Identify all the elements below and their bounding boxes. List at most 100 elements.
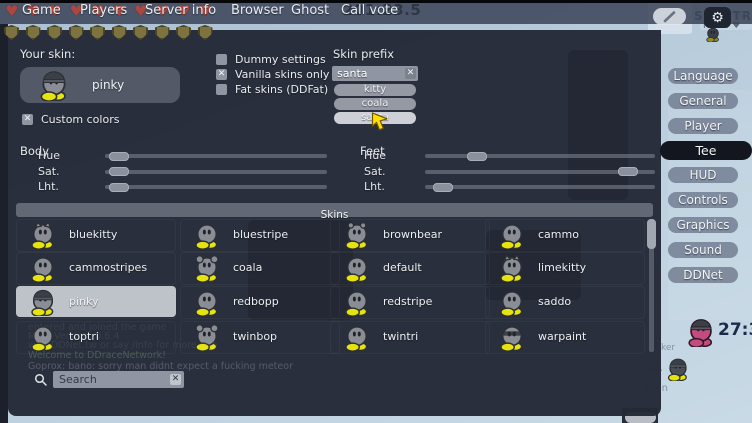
skin-item-saddo[interactable]: saddo [485,286,645,319]
skins-scrollbar-handle[interactable] [647,219,656,249]
slider-handle-body-lht[interactable] [109,183,129,192]
skin-item-bluestripe[interactable]: bluestripe [180,219,340,252]
skin-item-pinky[interactable]: pinky [16,286,176,319]
menu-item-call-vote[interactable]: Call vote [341,3,398,18]
skin-tee-icon-warpaint [498,323,526,351]
menu-item-browser[interactable]: Browser [231,3,284,18]
skin-item-cammostripes[interactable]: cammostripes [16,252,176,285]
skin-item-redstripe[interactable]: redstripe [330,286,490,319]
slider-label-feet-sat: Sat. [364,165,386,178]
clear-search-icon[interactable]: ✕ [170,374,181,385]
slider-label-feet-lht: Lht. [364,180,385,193]
skin-tee-icon-saddo [498,288,526,316]
spectate-timer-tee-icon [686,317,716,347]
slider-handle-body-sat[interactable] [109,167,129,176]
menu-item-players[interactable]: Players [80,3,127,18]
skin-prefix-input[interactable]: santa ✕ [332,66,418,81]
prefix-option-kitty[interactable]: kitty [334,84,416,96]
checkbox-vanilla-skins-only[interactable]: ✕ [216,69,227,80]
skin-tee-icon-limekitty [498,254,526,282]
slider-handle-feet-sat[interactable] [618,167,638,176]
tab-player[interactable]: Player [668,118,738,134]
menu-item-game[interactable]: Game [22,3,61,18]
skin-item-label: pinky [69,295,99,308]
screen-left-edge [0,24,8,423]
skin-item-twintri[interactable]: twintri [330,321,490,354]
skin-item-brownbear[interactable]: brownbear [330,219,490,252]
your-skin-label: Your skin: [20,47,75,61]
skin-item-label: redbopp [233,295,279,308]
clear-prefix-icon[interactable]: ✕ [405,68,416,79]
menu-item-server-info[interactable]: Server info [145,3,216,18]
skin-item-label: bluekitty [69,228,117,241]
skin-item-warpaint[interactable]: warpaint [485,321,645,354]
skin-item-bluekitty[interactable]: bluekitty [16,219,176,252]
tab-controls[interactable]: Controls [668,192,738,208]
mouse-cursor [371,112,390,136]
pencil-icon [663,11,677,23]
checkbox-label-vanilla-skins-only: Vanilla skins only [235,68,329,81]
skin-item-label: warpaint [538,330,586,343]
checkbox-custom-colors[interactable]: ✕ [22,114,33,125]
slider-handle-body-hue[interactable] [109,152,129,161]
skin-tee-icon-pinky [29,288,57,316]
search-input[interactable]: Search ✕ [53,371,184,388]
map-bleedthrough [568,50,628,200]
menu-item-ghost[interactable]: Ghost [291,3,329,18]
skin-item-cammo[interactable]: cammo [485,219,645,252]
tab-graphics[interactable]: Graphics [668,217,738,233]
spectate-timer: 27:37 [718,320,752,340]
settings-button[interactable]: ⚙ [704,7,731,28]
skin-tee-icon-twintri [343,323,371,351]
tab-sound[interactable]: Sound [668,242,738,258]
slider-handle-feet-hue[interactable] [467,152,487,161]
slider-label-feet-hue: Hue [364,149,386,162]
slider-handle-feet-lht[interactable] [433,183,453,192]
tab-ddnet[interactable]: DDNet [668,267,738,283]
search-input-value: Search [59,373,97,386]
skin-item-label: cammostripes [69,261,147,274]
prefix-option-coala[interactable]: coala [334,98,416,110]
skin-tee-icon-cammo [498,221,526,249]
checkbox-label-custom-colors: Custom colors [41,113,119,126]
screen-top-edge [0,0,752,3]
skin-tee-icon-default [343,254,371,282]
gear-icon: ⚙ [711,10,724,26]
skin-item-label: twinbop [233,330,277,343]
slider-track-feet-hue[interactable] [425,154,655,158]
skin-item-coala[interactable]: coala [180,252,340,285]
current-skin-name: pinky [92,78,124,92]
skin-item-label: coala [233,261,262,274]
tab-general[interactable]: General [668,93,738,109]
tab-tee[interactable]: Tee [660,141,752,160]
checkbox-fat-skins-ddfat[interactable] [216,84,227,95]
skin-tee-icon-coala [193,254,221,282]
skin-item-label: saddo [538,295,571,308]
slider-label-body-sat: Sat. [38,165,60,178]
close-icon: ✕ [736,10,747,25]
skin-item-default[interactable]: default [330,252,490,285]
skin-tee-icon-bluekitty [29,221,57,249]
skin-item-limekitty[interactable]: limekitty [485,252,645,285]
slider-label-body-hue: Hue [38,149,60,162]
slider-label-body-lht: Lht. [38,180,59,193]
heart-icon: ♥ [5,2,18,20]
skin-item-label: redstripe [383,295,432,308]
slider-track-body-hue[interactable] [105,154,327,158]
editor-button[interactable] [653,8,686,25]
skin-item-label: brownbear [383,228,442,241]
skin-prefix-label: Skin prefix [333,47,394,61]
slider-track-feet-lht[interactable] [425,185,655,189]
current-skin-display[interactable]: pinky [20,67,180,103]
skin-item-redbopp[interactable]: redbopp [180,286,340,319]
skin-item-label: bluestripe [233,228,288,241]
search-icon [34,373,48,387]
skin-tee-icon-cammostripes [29,254,57,282]
checkbox-dummy-settings[interactable] [216,54,227,65]
tab-hud[interactable]: HUD [668,167,738,183]
slider-track-body-sat[interactable] [105,170,327,174]
skin-item-label: twintri [383,330,418,343]
close-button[interactable]: ✕ [733,10,749,26]
slider-track-body-lht[interactable] [105,185,327,189]
tab-language[interactable]: Language [668,68,738,84]
